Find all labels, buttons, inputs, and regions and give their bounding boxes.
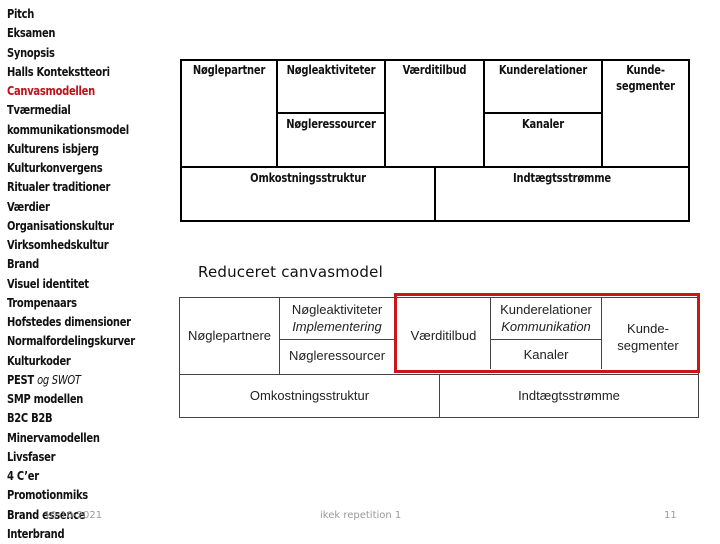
- canvas-border-top: [180, 59, 690, 61]
- topic-item[interactable]: Eksamen: [7, 24, 135, 43]
- topic-item[interactable]: Værdier: [7, 198, 135, 217]
- cell-value-proposition: Værditilbud: [402, 63, 467, 77]
- model-channels: Kanaler: [523, 347, 569, 362]
- model-key-resources: Nøgleressourcer: [288, 348, 386, 363]
- topic-item-label: PEST: [7, 372, 34, 387]
- topic-item[interactable]: Minervamodellen: [7, 429, 135, 448]
- model-cost-structure: Omkostningsstruktur: [249, 388, 370, 403]
- cell-key-partners: Nøglepartner: [192, 63, 266, 77]
- cell-channels: Kanaler: [522, 117, 564, 131]
- cell-customer-segments-line2: segmenter: [616, 79, 675, 93]
- footer-page-number: 11: [664, 510, 677, 521]
- topic-item[interactable]: Hofstedes dimensioner: [7, 313, 135, 332]
- cell-key-activities: Nøgleaktiviteter: [286, 63, 376, 77]
- topic-item[interactable]: Trompenaars: [7, 294, 135, 313]
- canvas-split-activities: [276, 112, 385, 114]
- topic-item[interactable]: B2C B2B: [7, 409, 135, 428]
- topic-item[interactable]: Pitch: [7, 5, 135, 24]
- canvas-bottom-split: [434, 166, 436, 222]
- cell-customer-segments: Kunde- segmenter: [606, 62, 684, 94]
- topic-item[interactable]: Halls Kontekstteori: [7, 63, 135, 82]
- model-value-proposition: Værditilbud: [410, 328, 477, 343]
- topic-item[interactable]: Normalfordelingskurver: [7, 332, 135, 351]
- model-split-activities: [279, 339, 397, 340]
- topic-item[interactable]: Interbrand: [7, 525, 135, 544]
- model-customer-segments-line1: Kunde-: [627, 321, 669, 336]
- model-customer-relations-label: Kunderelationer: [500, 302, 592, 317]
- canvas-border-right: [688, 59, 690, 222]
- topic-item[interactable]: 4 C’er: [7, 467, 135, 486]
- topic-item-suffix: og SWOT: [37, 372, 81, 387]
- cell-customer-relations: Kunderelationer: [498, 63, 588, 77]
- cell-key-resources: Nøgleressourcer: [286, 117, 376, 131]
- topic-item[interactable]: PEST og SWOT: [7, 371, 135, 390]
- cell-revenue-streams: Indtægtsstrømme: [513, 171, 611, 185]
- canvas-border-left: [180, 59, 182, 222]
- model-revenue-streams: Indtægtsstrømme: [518, 388, 620, 403]
- topic-item[interactable]: Virksomhedskultur: [7, 236, 135, 255]
- topic-item[interactable]: Livsfaser: [7, 448, 135, 467]
- topic-item[interactable]: Visuel identitet: [7, 275, 135, 294]
- topic-item[interactable]: Organisationskultur: [7, 217, 135, 236]
- cell-customer-segments-line1: Kunde-: [626, 63, 665, 77]
- model-customer-relations-sub: Kommunikation: [501, 319, 591, 334]
- topic-item[interactable]: Promotionmiks: [7, 486, 135, 505]
- topic-item[interactable]: Ritualer traditioner: [7, 178, 135, 197]
- model-key-activities: Nøgleaktiviteter Implementering: [280, 301, 394, 335]
- footer-date: 10-10-2021: [44, 510, 103, 521]
- model-key-activities-sub: Implementering: [292, 319, 382, 334]
- model-customer-segments-line2: segmenter: [617, 338, 679, 353]
- topic-item[interactable]: Kulturkoder: [7, 352, 135, 371]
- topic-list: Pitch Eksamen Synopsis Halls Kontekstteo…: [7, 5, 146, 544]
- footer-title: ikek repetition 1: [320, 510, 402, 521]
- model-key-partners: Nøglepartnere: [187, 328, 272, 343]
- canvas-split-relations: [483, 112, 602, 114]
- model-customer-relations: Kunderelationer Kommunikation: [491, 301, 601, 335]
- topic-item[interactable]: Brand: [7, 255, 135, 274]
- model-customer-segments: Kunde- segmenter: [602, 320, 694, 354]
- topic-item[interactable]: kommunikationsmodel: [7, 121, 135, 140]
- model-key-activities-label: Nøgleaktiviteter: [291, 302, 383, 317]
- topic-item[interactable]: Synopsis: [7, 44, 135, 63]
- topic-item[interactable]: SMP modellen: [7, 390, 135, 409]
- topic-item[interactable]: Tværmedial: [7, 101, 135, 120]
- reduced-canvas-title: Reduceret canvasmodel: [198, 263, 383, 281]
- topic-item[interactable]: Kulturkonvergens: [7, 159, 135, 178]
- cell-cost-structure: Omkostningsstruktur: [250, 171, 366, 185]
- topic-item-active[interactable]: Canvasmodellen: [7, 82, 135, 101]
- topic-item[interactable]: Kulturens isbjerg: [7, 140, 135, 159]
